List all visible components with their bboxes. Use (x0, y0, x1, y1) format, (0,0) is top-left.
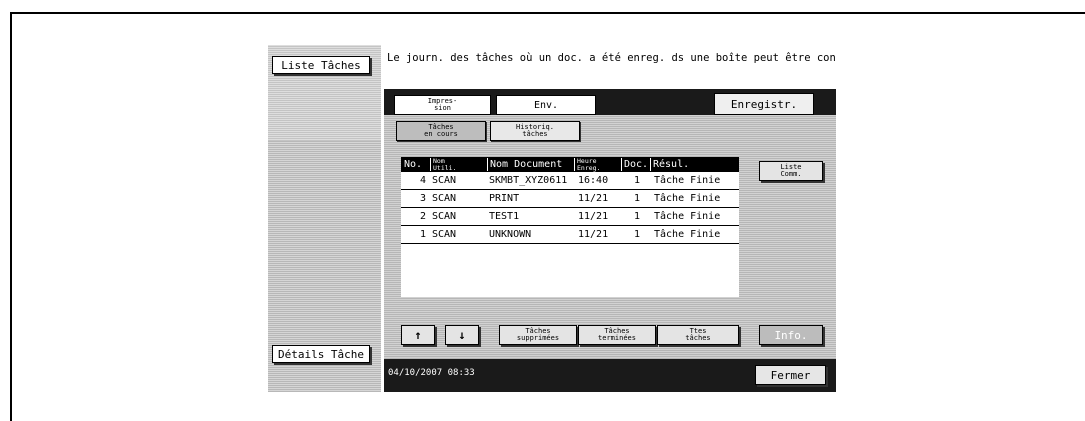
table-row[interactable]: 4 SCAN SKMBT_XYZ0611 16:40 1 Tâche Finie (401, 172, 739, 190)
header-doc-count: Doc. (621, 158, 650, 171)
down-arrow-icon: ↓ (458, 328, 466, 342)
job-table: No. Nom Utili. Nom Document Heure Enreg.… (401, 157, 739, 297)
up-arrow-icon: ↑ (414, 328, 422, 342)
header-time: Heure Enreg. (574, 158, 621, 171)
info-button[interactable]: Info. (759, 325, 823, 345)
row-doc-count: 1 (634, 175, 641, 186)
row-document: SKMBT_XYZ0611 (489, 175, 568, 186)
row-document: UNKNOWN (489, 229, 532, 240)
row-result: Tâche Finie (654, 229, 721, 240)
row-doc-count: 1 (634, 229, 641, 240)
scroll-down-button[interactable]: ↓ (445, 325, 479, 345)
row-no: 1 (420, 229, 427, 240)
row-time: 11/21 (578, 193, 609, 204)
job-panel: Impres- sion Env. Enregistr. Tâches en c… (384, 89, 836, 392)
row-user: SCAN (432, 175, 457, 186)
tab-send[interactable]: Env. (496, 95, 596, 115)
row-result: Tâche Finie (654, 193, 721, 204)
header-no: No. (404, 159, 423, 170)
subtab-job-history[interactable]: Historiq. tâches (490, 121, 580, 141)
row-result: Tâche Finie (654, 175, 721, 186)
subtab-current-jobs[interactable]: Tâches en cours (396, 121, 486, 141)
frame-left-line (10, 12, 12, 421)
finished-jobs-button[interactable]: Tâches terminées (578, 325, 656, 345)
table-row[interactable]: 1 SCAN UNKNOWN 11/21 1 Tâche Finie (401, 226, 739, 244)
row-no: 4 (420, 175, 427, 186)
left-column: Liste Tâches Détails Tâche (268, 45, 381, 392)
tab-print[interactable]: Impres- sion (394, 95, 491, 115)
row-time: 11/21 (578, 211, 609, 222)
row-doc-count: 1 (634, 211, 641, 222)
status-bar: 04/10/2007 08:33 Fermer (384, 359, 836, 392)
row-document: TEST1 (489, 211, 520, 222)
row-no: 3 (420, 193, 427, 204)
header-document: Nom Document (487, 158, 574, 171)
job-list-panel: Tâches en cours Historiq. tâches No. Nom… (384, 115, 836, 359)
table-header: No. Nom Utili. Nom Document Heure Enreg.… (401, 157, 739, 172)
all-jobs-button[interactable]: Ttes tâches (657, 325, 739, 345)
row-result: Tâche Finie (654, 211, 721, 222)
tab-bar: Impres- sion Env. Enregistr. (384, 89, 836, 115)
table-row[interactable]: 2 SCAN TEST1 11/21 1 Tâche Finie (401, 208, 739, 226)
header-user: Nom Utili. (430, 158, 487, 171)
row-user: SCAN (432, 229, 457, 240)
row-time: 11/21 (578, 229, 609, 240)
device-screen: Liste Tâches Détails Tâche Le journ. des… (268, 45, 836, 392)
job-details-button[interactable]: Détails Tâche (272, 345, 370, 363)
tab-store[interactable]: Enregistr. (714, 93, 814, 115)
row-document: PRINT (489, 193, 520, 204)
frame-top-line (10, 12, 1085, 14)
row-time: 16:40 (578, 175, 609, 186)
row-user: SCAN (432, 193, 457, 204)
close-button[interactable]: Fermer (755, 365, 826, 385)
row-no: 2 (420, 211, 427, 222)
jobs-list-button[interactable]: Liste Tâches (272, 56, 370, 74)
header-result: Résul. (650, 158, 739, 171)
row-user: SCAN (432, 211, 457, 222)
info-message: Le journ. des tâches où un doc. a été en… (384, 45, 836, 89)
deleted-jobs-button[interactable]: Tâches supprimées (499, 325, 577, 345)
table-row[interactable]: 3 SCAN PRINT 11/21 1 Tâche Finie (401, 190, 739, 208)
row-doc-count: 1 (634, 193, 641, 204)
comm-list-button[interactable]: Liste Comm. (759, 161, 823, 181)
scroll-up-button[interactable]: ↑ (401, 325, 435, 345)
date-time: 04/10/2007 08:33 (388, 368, 475, 378)
